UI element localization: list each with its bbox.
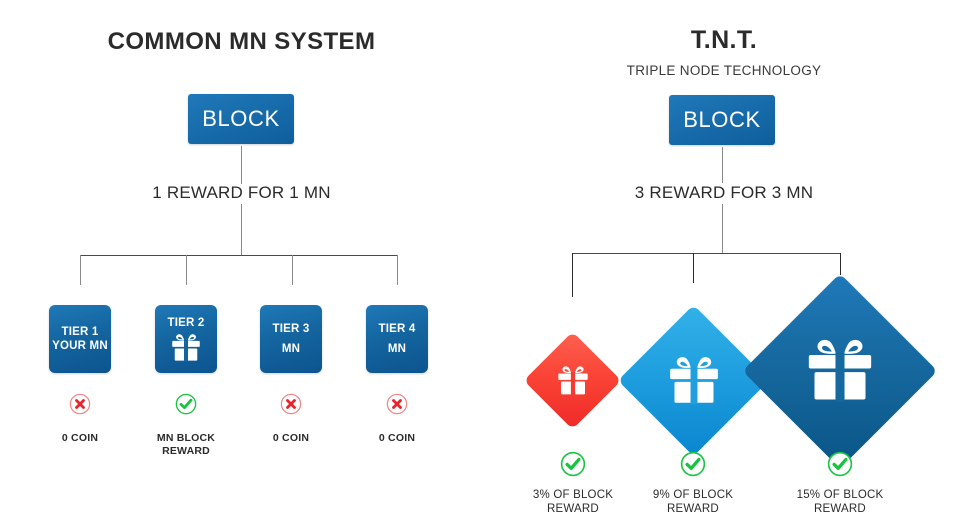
tier-4-sublabel: MN [387, 342, 407, 355]
left-stem-4 [397, 255, 398, 285]
right-block-label: BLOCK [683, 107, 761, 132]
right-reward-text: 3 REWARD FOR 3 MN [634, 183, 814, 202]
tier-1-sublabel: YOUR MN [52, 339, 108, 352]
right-stem-2 [693, 253, 694, 283]
tier-card-2[interactable]: TIER 2 [155, 305, 217, 373]
gift-icon [665, 355, 723, 407]
right-panel-subtitle: TRIPLE NODE TECHNOLOGY [626, 63, 822, 78]
gift-icon [555, 365, 591, 397]
node-diamond-1[interactable] [523, 331, 622, 430]
left-branch-bus [80, 255, 398, 256]
check-icon [680, 451, 706, 477]
left-stem-3 [292, 255, 293, 285]
left-block-connector-bottom [241, 204, 242, 255]
check-icon [560, 451, 586, 477]
node-diamond-2[interactable] [617, 304, 770, 457]
left-block-label: BLOCK [202, 106, 280, 131]
left-block-connector-top [241, 146, 242, 184]
cross-icon [69, 393, 91, 415]
tier-2-label: TIER 2 [167, 316, 205, 329]
node-1-caption: 3% OF BLOCK REWARD [532, 489, 614, 515]
right-block-connector-bottom [722, 204, 723, 253]
left-panel-title: COMMON MN SYSTEM [107, 28, 376, 55]
tier-1-label: TIER 1 [61, 325, 99, 338]
tier-3-sublabel: MN [281, 342, 301, 355]
right-block-box: BLOCK [669, 95, 775, 145]
common-mn-system-panel: COMMON MN SYSTEM BLOCK 1 REWARD FOR 1 MN… [0, 0, 483, 530]
tier-3-caption: 0 COIN [272, 432, 310, 444]
tier-2-caption: MN BLOCK REWARD [156, 432, 216, 457]
tier-4-caption: 0 COIN [378, 432, 416, 444]
right-panel-title: T.N.T. [690, 26, 758, 54]
right-branch-bus [572, 253, 840, 254]
left-block-box: BLOCK [188, 94, 294, 144]
tier-card-3[interactable]: TIER 3 MN [260, 305, 322, 373]
node-diamond-3[interactable] [742, 273, 938, 469]
check-icon [175, 393, 197, 415]
gift-icon [169, 333, 203, 363]
right-stem-1 [572, 253, 573, 297]
cross-icon [280, 393, 302, 415]
tier-card-4[interactable]: TIER 4 MN [366, 305, 428, 373]
left-reward-text: 1 REWARD FOR 1 MN [152, 183, 331, 202]
left-stem-1 [80, 255, 81, 285]
tier-3-label: TIER 3 [272, 322, 310, 335]
node-3-caption: 15% OF BLOCK REWARD [796, 489, 884, 515]
tier-card-1[interactable]: TIER 1 YOUR MN [49, 305, 111, 373]
check-icon [827, 451, 853, 477]
gift-icon [802, 337, 878, 405]
right-stem-3 [840, 253, 841, 275]
cross-icon [386, 393, 408, 415]
tnt-panel: T.N.T. TRIPLE NODE TECHNOLOGY BLOCK 3 RE… [483, 0, 965, 530]
tier-1-caption: 0 COIN [61, 432, 99, 444]
right-block-connector-top [722, 147, 723, 183]
left-stem-2 [186, 255, 187, 285]
tier-4-label: TIER 4 [378, 322, 416, 335]
node-2-caption: 9% OF BLOCK REWARD [652, 489, 734, 515]
